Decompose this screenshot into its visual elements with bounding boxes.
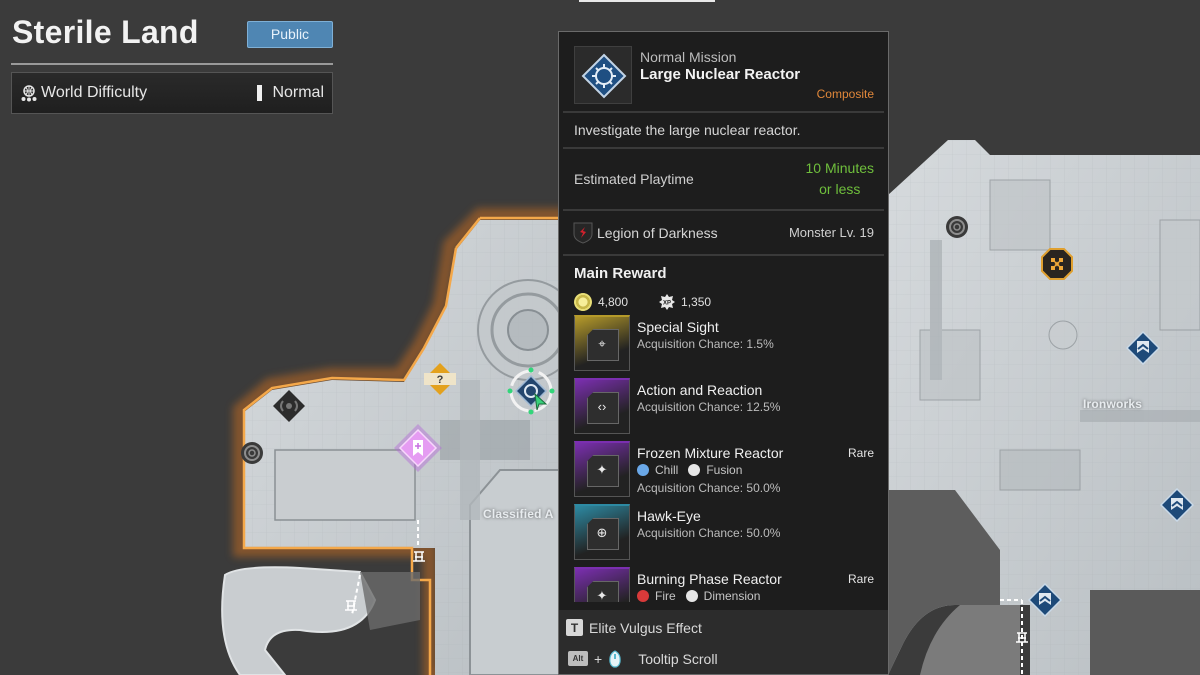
public-button[interactable]: Public bbox=[247, 21, 333, 48]
fire-icon bbox=[637, 590, 649, 602]
target-ring-icon[interactable] bbox=[945, 215, 969, 239]
module-glyph-icon: ‹› bbox=[597, 399, 607, 414]
attribute-label: Fire bbox=[655, 589, 676, 602]
gold-coin-icon bbox=[574, 292, 592, 311]
acquisition-chance: Acquisition Chance: 50.0% bbox=[637, 481, 781, 495]
world-difficulty-icon bbox=[21, 85, 37, 102]
question-mark-icon[interactable]: ? bbox=[422, 361, 458, 397]
reward-thumbnail: ✦ bbox=[574, 441, 630, 497]
reward-rarity: Rare bbox=[847, 446, 874, 460]
target-ring-icon[interactable] bbox=[240, 441, 264, 465]
faction-name: Legion of Darkness bbox=[597, 224, 718, 241]
top-tab-indicator bbox=[579, 0, 715, 2]
reward-item[interactable]: ⊕ Hawk-Eye Acquisition Chance: 50.0% bbox=[559, 501, 888, 564]
dimension-icon bbox=[685, 590, 698, 602]
module-glyph-icon: ✦ bbox=[596, 462, 608, 477]
key-alt-icon: Alt bbox=[568, 651, 588, 666]
plus-sign: + bbox=[594, 650, 603, 667]
reward-thumbnail: ‹› bbox=[574, 378, 630, 434]
reward-item[interactable]: ⌖ Special Sight Acquisition Chance: 1.5% bbox=[559, 312, 888, 375]
xp-badge-text: XP bbox=[663, 300, 671, 306]
special-operation-icon[interactable] bbox=[272, 389, 306, 423]
teleport-icon[interactable] bbox=[1015, 630, 1029, 644]
acquisition-chance: Acquisition Chance: 12.5% bbox=[637, 400, 781, 414]
reward-item[interactable]: ✦ Burning Phase Reactor Rare Fire Dimension bbox=[559, 564, 888, 602]
reward-name: Hawk-Eye bbox=[637, 508, 701, 524]
currency-rewards: 4,800 XP 1,350 bbox=[559, 282, 888, 312]
playtime-label: Estimated Playtime bbox=[574, 171, 694, 187]
acquisition-chance: Acquisition Chance: 1.5% bbox=[637, 337, 774, 351]
elite-vulgus-row[interactable]: T Elite Vulgus Effect bbox=[559, 612, 888, 643]
playtime-value: 10 Minutes or less bbox=[806, 158, 874, 200]
tooltip-header: Normal Mission Large Nuclear Reactor Com… bbox=[559, 32, 888, 111]
faction-row: Legion of Darkness Monster Lv. 19 bbox=[559, 211, 888, 254]
tooltip-scroll-label: Tooltip Scroll bbox=[638, 650, 718, 667]
module-glyph-icon: ⌖ bbox=[598, 336, 606, 351]
xp-icon: XP bbox=[659, 293, 676, 310]
chevron-rank-icon[interactable] bbox=[1126, 331, 1160, 365]
chevron-rank-icon[interactable] bbox=[1028, 583, 1062, 617]
mission-type: Normal Mission bbox=[640, 49, 737, 65]
xp-amount: 1,350 bbox=[681, 294, 712, 309]
reward-attributes: Fire Dimension bbox=[637, 589, 766, 602]
reward-item[interactable]: ‹› Action and Reaction Acquisition Chance:… bbox=[559, 375, 888, 438]
acquisition-chance: Acquisition Chance: 50.0% bbox=[637, 526, 781, 540]
difficulty-level-bar bbox=[257, 85, 263, 101]
reward-name: Frozen Mixture Reactor bbox=[637, 445, 784, 461]
fusion-icon bbox=[688, 464, 701, 476]
monster-level: Monster Lv. 19 bbox=[788, 225, 874, 240]
attribute-label: Chill bbox=[655, 463, 679, 477]
reward-thumbnail: ⌖ bbox=[574, 315, 630, 371]
mission-description: Investigate the large nuclear reactor. bbox=[574, 122, 801, 138]
map-label-classified: Classified A bbox=[483, 507, 554, 521]
module-glyph-icon: ✦ bbox=[596, 588, 608, 602]
attribute-label: Dimension bbox=[703, 589, 761, 602]
reward-list[interactable]: ⌖ Special Sight Acquisition Chance: 1.5% ‹›… bbox=[559, 312, 888, 602]
gold-amount: 4,800 bbox=[598, 294, 629, 309]
teleport-icon[interactable] bbox=[344, 598, 358, 612]
normal-mission-icon bbox=[581, 53, 627, 99]
faction-shield-icon bbox=[573, 222, 593, 244]
mission-tag: Composite bbox=[816, 87, 874, 101]
attribute-label: Fusion bbox=[706, 463, 743, 477]
reward-thumbnail: ⊕ bbox=[574, 504, 630, 560]
title-divider bbox=[11, 63, 333, 65]
mouse-scroll-icon bbox=[609, 649, 621, 668]
playtime-value-line2: or less bbox=[819, 181, 861, 197]
world-difficulty-label: World Difficulty bbox=[41, 84, 148, 101]
chill-icon bbox=[637, 464, 649, 476]
playtime-row: Estimated Playtime 10 Minutes or less bbox=[559, 149, 888, 209]
game-screen: Classified A Ironworks ? Sterile Land Pu… bbox=[0, 0, 1200, 675]
key-t-icon: T bbox=[566, 619, 583, 636]
tooltip-scroll-row[interactable]: Alt + Tooltip Scroll bbox=[559, 643, 888, 674]
elite-vulgus-label: Elite Vulgus Effect bbox=[589, 619, 702, 636]
world-difficulty-value: Normal bbox=[272, 84, 324, 101]
reward-name: Action and Reaction bbox=[637, 382, 763, 398]
svg-text:?: ? bbox=[437, 374, 444, 386]
reward-name: Burning Phase Reactor bbox=[637, 571, 782, 587]
mission-name: Large Nuclear Reactor bbox=[640, 66, 801, 83]
zone-title: Sterile Land bbox=[12, 14, 199, 50]
teleport-icon[interactable] bbox=[412, 549, 426, 563]
main-reward-title: Main Reward bbox=[574, 265, 667, 282]
lower-island bbox=[221, 566, 377, 675]
special-op-gold-icon[interactable] bbox=[1040, 247, 1074, 281]
playtime-value-line1: 10 Minutes bbox=[805, 160, 874, 176]
tooltip-footer: T Elite Vulgus Effect Alt + Tooltip Scro… bbox=[559, 610, 888, 674]
reward-thumbnail: ✦ bbox=[574, 567, 630, 602]
map-label-ironworks: Ironworks bbox=[1083, 397, 1143, 411]
mission-icon-frame bbox=[574, 46, 632, 104]
selected-mission-marker[interactable] bbox=[504, 364, 558, 418]
world-difficulty-panel[interactable]: World Difficulty Normal bbox=[11, 72, 333, 114]
module-glyph-icon: ⊕ bbox=[596, 525, 608, 540]
reward-item[interactable]: ✦ Frozen Mixture Reactor Rare Chill Fusion Ac… bbox=[559, 438, 888, 501]
chevron-rank-icon[interactable] bbox=[1160, 488, 1194, 522]
reward-name: Special Sight bbox=[637, 319, 719, 335]
bookmark-mission-icon[interactable] bbox=[392, 422, 444, 474]
reward-rarity: Rare bbox=[847, 572, 874, 586]
reward-attributes: Chill Fusion bbox=[637, 463, 748, 477]
mission-tooltip: Normal Mission Large Nuclear Reactor Com… bbox=[558, 31, 889, 675]
